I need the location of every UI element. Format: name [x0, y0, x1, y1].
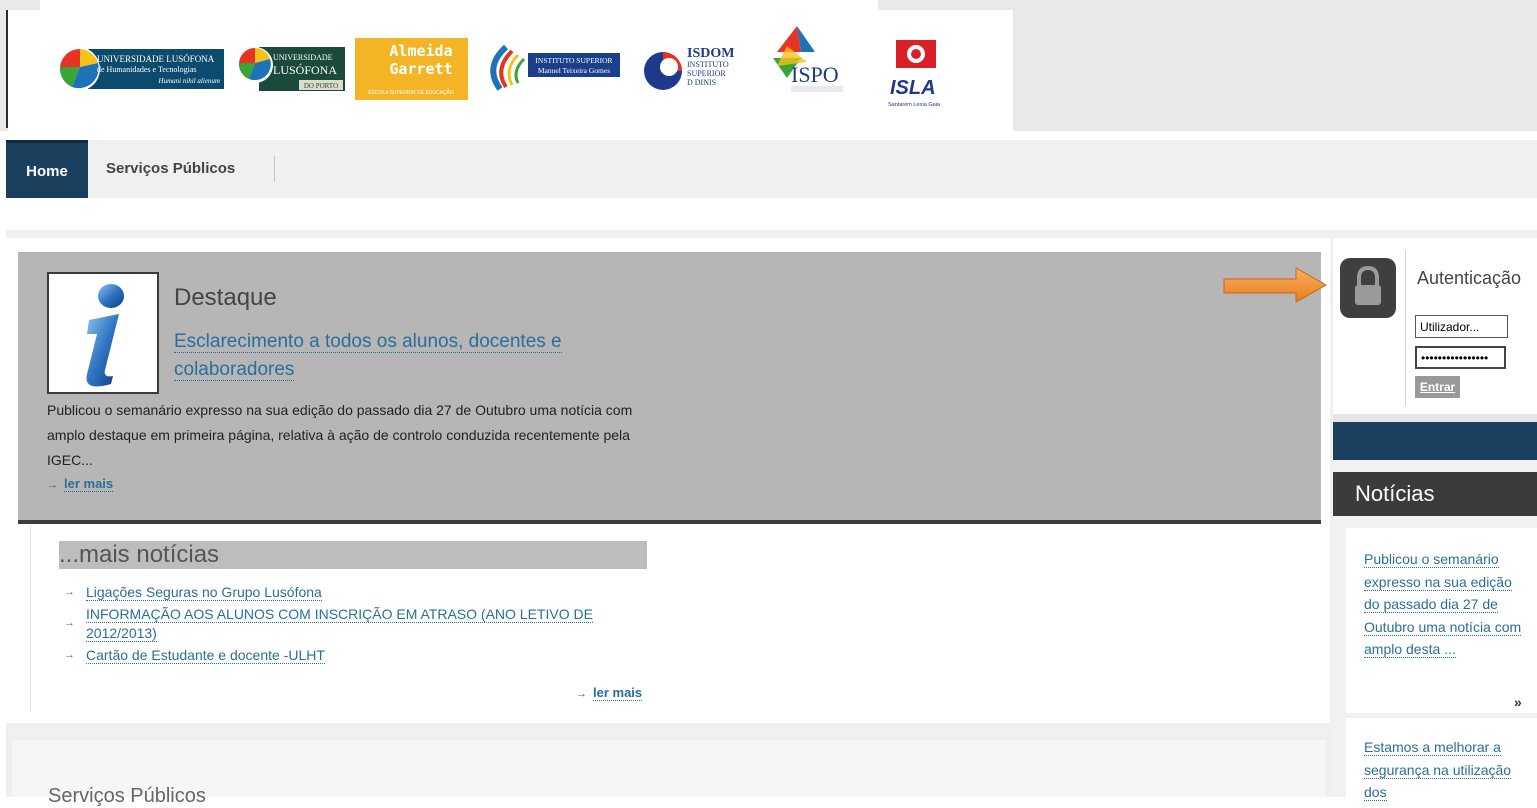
destaque-read-more-label: ler mais [64, 476, 114, 492]
news-card: Publicou o semanário expresso na sua edi… [1346, 528, 1537, 713]
logo7-line2: Santarém Leiria Gaia [888, 102, 941, 108]
arrow-right-icon: → [64, 586, 75, 598]
logo-ispo[interactable]: ISPO [767, 22, 853, 92]
news-link[interactable]: Ligações Seguras no Grupo Lusófona [86, 584, 322, 601]
destaque-summary: Publicou o semanário expresso na sua edi… [47, 402, 633, 468]
mais-noticias-read-more-link[interactable]: → ler mais [576, 685, 643, 701]
logo1-line2: de Humanidades e Tecnologias [97, 65, 196, 74]
username-input[interactable] [1415, 315, 1508, 338]
nav-separator [274, 156, 275, 182]
list-item[interactable]: → INFORMAÇÃO AOS ALUNOS COM INSCRIÇÃO EM… [64, 605, 654, 643]
news-next-button[interactable]: » [1514, 694, 1522, 710]
news-card-link[interactable]: Publicou o semanário expresso na sua edi… [1364, 548, 1524, 661]
logo4-line2: Manuel Teixeira Gomes [538, 66, 610, 75]
logo3-line2: Garrett [389, 60, 452, 78]
logo2-line3: DO PORTO [304, 82, 338, 90]
logo-isla[interactable]: ISLA Santarém Leiria Gaia [886, 40, 956, 120]
logo1-line1: UNIVERSIDADE LUSÓFONA [97, 54, 215, 64]
list-item[interactable]: → Ligações Seguras no Grupo Lusófona [64, 583, 654, 602]
arrow-right-icon: → [47, 479, 58, 491]
logo-lusofona-porto[interactable]: UNIVERSIDADE LUSÓFONA DO PORTO [233, 37, 345, 99]
destaque-read-more-link[interactable]: → ler mais [47, 476, 114, 492]
news-card-text: Estamos a melhorar a segurança na utiliz… [1364, 739, 1512, 801]
mais-noticias-left-rule [30, 525, 31, 712]
auth-title: Autenticação [1417, 268, 1522, 288]
sidebar-gap [1333, 460, 1537, 472]
servicos-publicos-card [12, 740, 1326, 797]
arrow-right-icon: → [64, 617, 75, 629]
logo5-line2: INSTITUTO [687, 60, 729, 69]
news-card-link[interactable]: Estamos a melhorar a segurança na utiliz… [1364, 736, 1524, 804]
destaque-headline-link[interactable]: Esclarecimento a todos os alunos, docent… [174, 328, 604, 384]
logo5-line4: D DINIS [687, 78, 716, 87]
nav-servicos-publicos[interactable]: Serviços Públicos [106, 140, 235, 198]
password-input[interactable] [1415, 346, 1506, 369]
arrow-right-icon: → [576, 688, 587, 700]
auth-divider [1405, 250, 1406, 406]
logo-ismat[interactable]: INSTITUTO SUPERIOR Manuel Teixeira Gomes [482, 37, 622, 99]
destaque-headline-text: Esclarecimento a todos os alunos, docent… [174, 331, 562, 381]
destaque-title: Destaque [174, 284, 277, 311]
logo4-line1: INSTITUTO SUPERIOR [535, 56, 612, 65]
sidebar-blue-bar [1333, 422, 1537, 460]
logo-isdom[interactable]: ISDOM INSTITUTO SUPERIOR D DINIS [637, 37, 743, 99]
login-button[interactable]: Entrar [1415, 376, 1460, 398]
logo-universidade-lusofona[interactable]: UNIVERSIDADE LUSÓFONA de Humanidades e T… [50, 37, 226, 99]
featured-bottom-border [18, 520, 1321, 524]
logo5-line1: ISDOM [687, 46, 734, 61]
logo5-line3: SUPERIOR [687, 69, 726, 78]
news-card-text: Publicou o semanário expresso na sua edi… [1364, 551, 1522, 658]
logo2-line1: UNIVERSIDADE [273, 53, 333, 62]
lock-icon [1340, 258, 1396, 318]
mais-noticias-title: ...mais notícias [59, 541, 647, 569]
logo-almeida-garrett[interactable]: Almeida Garrett ESCOLA SUPERIOR DE EDUCA… [355, 38, 468, 100]
logo2-line2: LUSÓFONA [273, 63, 337, 77]
nav-home[interactable]: Home [6, 140, 88, 198]
news-card: Estamos a melhorar a segurança na utiliz… [1346, 718, 1537, 801]
main-nav: Home Serviços Públicos [6, 140, 1537, 198]
logo3-line3: ESCOLA SUPERIOR DE EDUCAÇÃO [368, 89, 454, 96]
logo6-line1: ISPO [791, 62, 839, 87]
logo3-line1: Almeida [389, 42, 452, 60]
news-link[interactable]: INFORMAÇÃO AOS ALUNOS COM INSCRIÇÃO EM A… [86, 606, 593, 642]
noticias-heading: Notícias [1333, 472, 1537, 516]
info-icon [47, 272, 159, 394]
sidebar-gap [1333, 414, 1537, 422]
mais-noticias-list: → Ligações Seguras no Grupo Lusófona → I… [64, 583, 654, 668]
news-link[interactable]: Cartão de Estudante e docente -ULHT [86, 647, 325, 664]
arrow-right-icon: → [64, 649, 75, 661]
logo7-line1: ISLA [890, 77, 936, 99]
orange-pointer-arrow [1222, 266, 1330, 311]
list-item[interactable]: → Cartão de Estudante e docente -ULHT [64, 646, 654, 665]
logo1-line3: Humani nihil alienum [158, 77, 220, 85]
mais-read-more-label: ler mais [593, 685, 643, 701]
